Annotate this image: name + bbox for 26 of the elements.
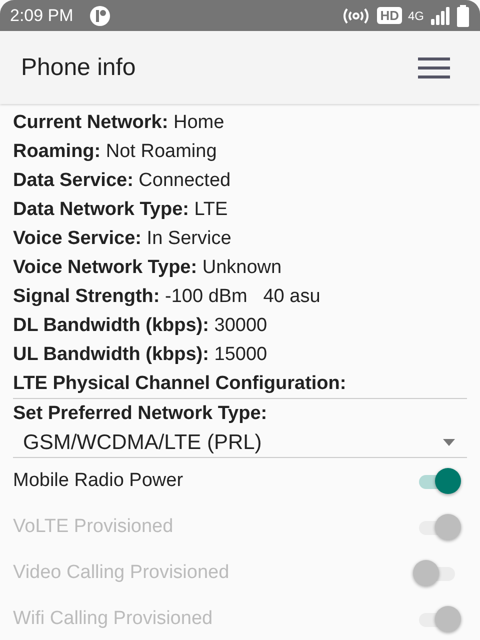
info-row-text: DL Bandwidth (kbps): 30000	[13, 314, 268, 338]
dropdown-caret-icon	[443, 439, 455, 446]
hotspot-icon	[341, 6, 372, 26]
info-row-text: Voice Network Type: Unknown	[13, 256, 283, 280]
battery-icon	[456, 4, 470, 26]
info-row-text: Current Network: Home	[13, 111, 226, 135]
switch-label: Wifi Calling Provisioned	[13, 608, 213, 630]
switch-label: Video Calling Provisioned	[13, 562, 230, 584]
signal-icon	[430, 6, 450, 26]
hd-badge: HD	[377, 7, 402, 24]
info-row-text: Data Service: Connected	[13, 169, 232, 193]
info-row-text: Data Network Type: LTE	[13, 198, 229, 222]
clock: 2:09 PM	[10, 6, 74, 26]
switch-label: VoLTE Provisioned	[13, 516, 174, 538]
network-type-dropdown[interactable]: GSM/WCDMA/LTE (PRL)	[13, 428, 467, 458]
app-notification-icon	[89, 4, 112, 26]
setting-label: Set Preferred Network Type:	[13, 402, 268, 426]
network-type: 4G	[408, 8, 424, 22]
screen-title: Phone info	[21, 54, 136, 82]
info-row-text: LTE Physical Channel Configuration:	[13, 372, 348, 396]
info-row-text: Signal Strength: -100 dBm 40 asu	[13, 285, 322, 309]
info-row-text: Roaming: Not Roaming	[13, 140, 218, 164]
switch-label: Mobile Radio Power	[13, 470, 184, 492]
info-row-text: UL Bandwidth (kbps): 15000	[13, 343, 268, 367]
info-row-text: Voice Service: In Service	[13, 227, 232, 251]
menu-icon[interactable]	[418, 56, 450, 78]
